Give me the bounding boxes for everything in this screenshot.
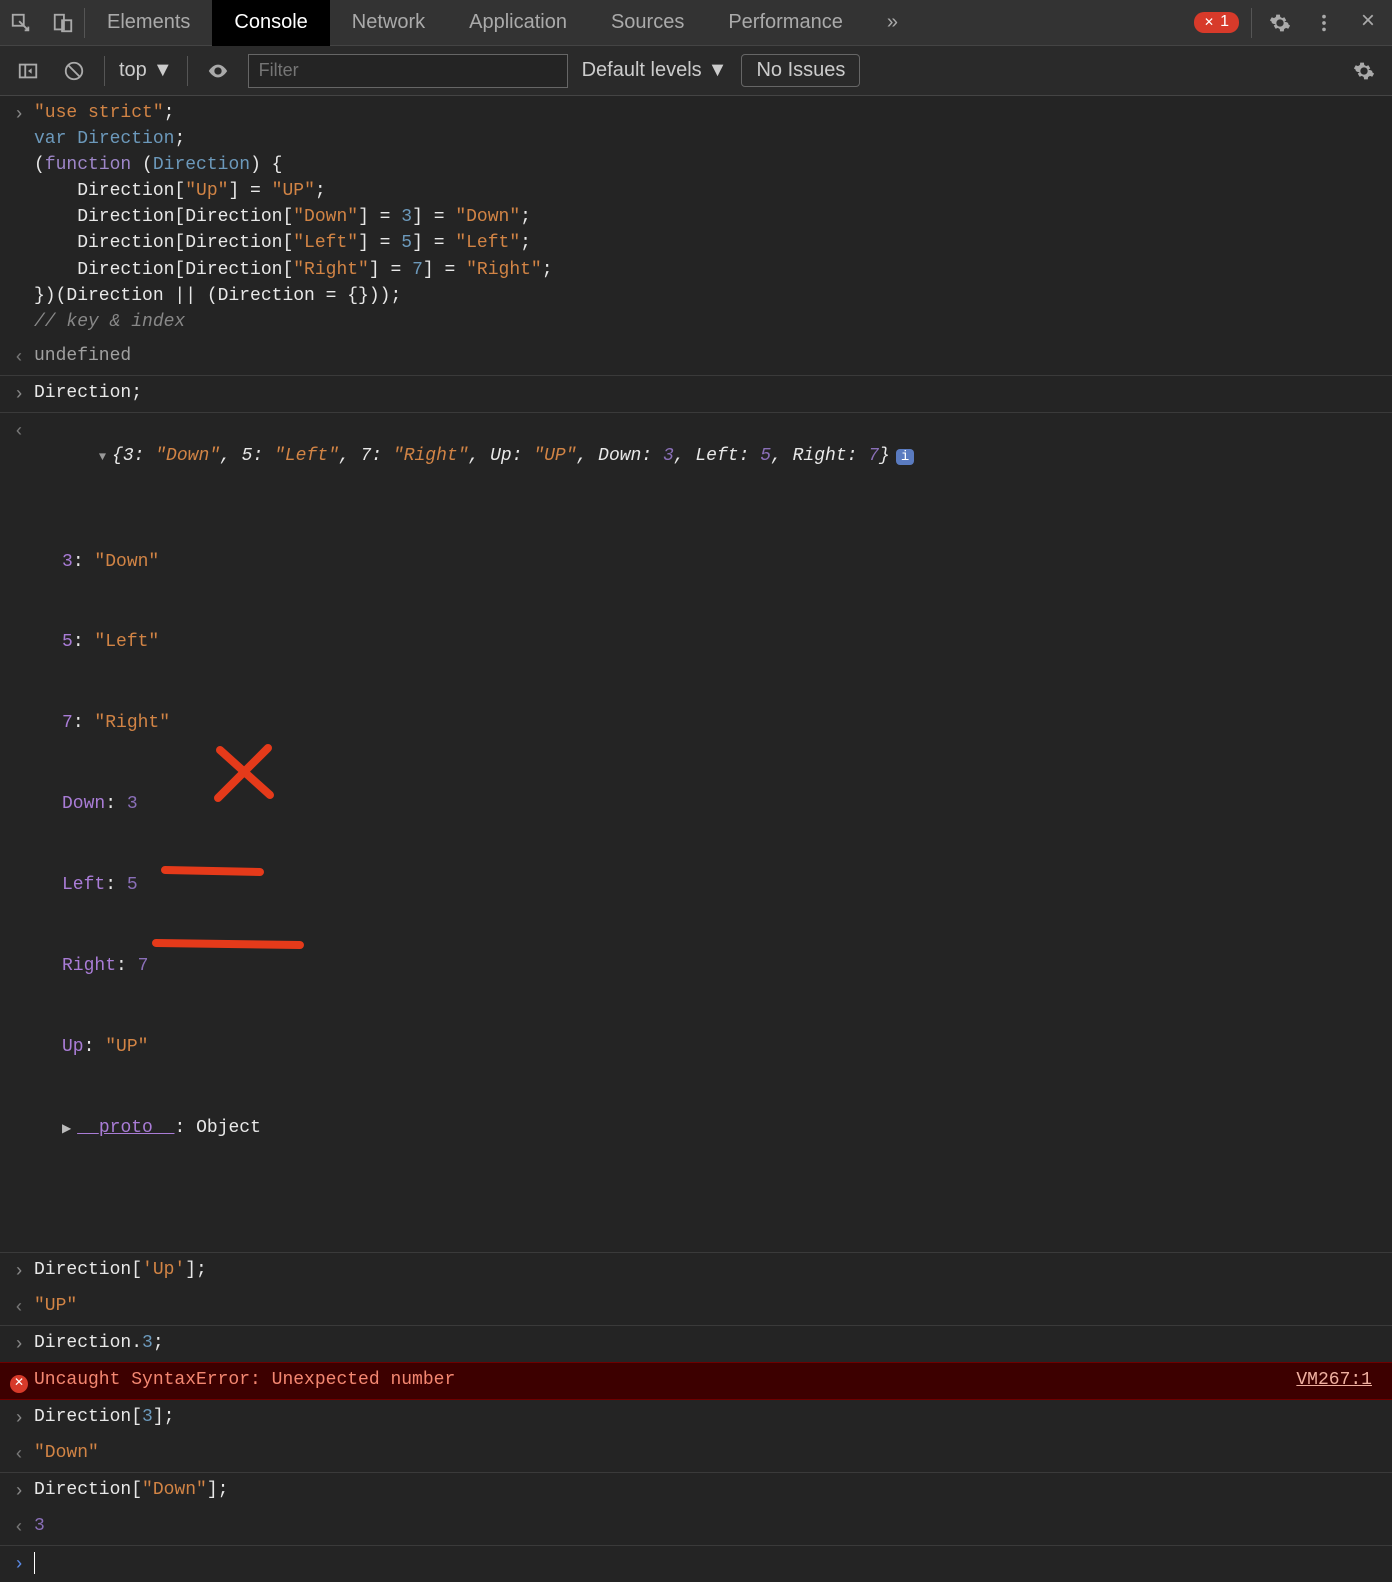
tab-performance[interactable]: Performance (706, 0, 865, 46)
code-line: Direction['Up']; (34, 1257, 1384, 1283)
input-marker: › (4, 1404, 34, 1432)
close-icon[interactable]: × (1352, 7, 1384, 39)
filter-input[interactable] (248, 54, 568, 88)
console-output-row: ‹ 3 (0, 1509, 1392, 1546)
tab-application[interactable]: Application (447, 0, 589, 46)
separator (1251, 8, 1252, 38)
gear-icon[interactable] (1264, 7, 1296, 39)
object-preview[interactable]: {3: "Down", 5: "Left", 7: "Right", Up: "… (34, 417, 1384, 1248)
output-marker: ‹ (4, 1513, 34, 1541)
separator (187, 56, 188, 86)
console-input-row[interactable]: › Direction['Up']; (0, 1253, 1392, 1289)
console-toolbar: top ▼ Default levels ▼ No Issues (0, 46, 1392, 96)
clear-console-icon[interactable] (58, 55, 90, 87)
levels-label: Default levels (582, 59, 702, 82)
console-prompt-row[interactable]: › (0, 1546, 1392, 1582)
input-marker: › (4, 100, 34, 128)
return-value: "UP" (34, 1293, 1384, 1319)
input-marker: › (4, 1550, 34, 1578)
input-marker: › (4, 1257, 34, 1285)
console-input-row[interactable]: › "use strict"; var Direction; (function… (0, 96, 1392, 339)
context-label: top (119, 59, 147, 82)
output-marker: ‹ (4, 417, 34, 445)
tab-console[interactable]: Console (212, 0, 329, 46)
return-value: 3 (34, 1513, 1384, 1539)
info-icon[interactable]: i (896, 449, 914, 465)
code-line: "use strict"; var Direction; (function (… (34, 100, 1384, 335)
gear-icon[interactable] (1348, 55, 1380, 87)
error-message: Uncaught SyntaxError: Unexpected number (34, 1367, 1296, 1393)
console-input-row[interactable]: › Direction["Down"]; (0, 1473, 1392, 1509)
error-icon: ✕ (4, 1367, 34, 1395)
eye-icon[interactable] (202, 55, 234, 87)
code-line: Direction["Down"]; (34, 1477, 1384, 1503)
kebab-menu-icon[interactable] (1308, 7, 1340, 39)
tab-network[interactable]: Network (330, 0, 447, 46)
error-count-badge[interactable]: 1 (1194, 12, 1239, 33)
input-marker: › (4, 1477, 34, 1505)
output-marker: ‹ (4, 343, 34, 371)
code-line: Direction; (34, 380, 1384, 406)
console-input-row[interactable]: › Direction[3]; (0, 1400, 1392, 1436)
console-output-row: ‹ undefined (0, 339, 1392, 376)
input-marker: › (4, 1330, 34, 1358)
console-output-row: ‹ "Down" (0, 1436, 1392, 1473)
issues-button[interactable]: No Issues (741, 54, 860, 87)
console-output: › "use strict"; var Direction; (function… (0, 96, 1392, 1582)
code-line: Direction.3; (34, 1330, 1384, 1356)
return-value: "Down" (34, 1440, 1384, 1466)
expand-toggle-icon[interactable] (99, 443, 112, 469)
tab-more[interactable]: » (865, 0, 920, 46)
console-error-row[interactable]: ✕ Uncaught SyntaxError: Unexpected numbe… (0, 1362, 1392, 1400)
chevron-down-icon: ▼ (153, 59, 173, 82)
output-marker: ‹ (4, 1440, 34, 1468)
object-expanded: 3: "Down" 5: "Left" 7: "Right" Down: 3 L… (34, 495, 1384, 1195)
context-selector[interactable]: top ▼ (119, 59, 173, 82)
error-source-link[interactable]: VM267:1 (1296, 1367, 1384, 1393)
console-input-row[interactable]: › Direction.3; (0, 1326, 1392, 1362)
toggle-sidebar-icon[interactable] (12, 55, 44, 87)
output-marker: ‹ (4, 1293, 34, 1321)
console-input-row[interactable]: › Direction; (0, 376, 1392, 413)
console-output-row: ‹ "UP" (0, 1289, 1392, 1326)
toggle-device-icon[interactable] (42, 0, 84, 46)
tab-elements[interactable]: Elements (85, 0, 212, 46)
devtools-tabs: Elements Console Network Application Sou… (85, 0, 920, 46)
expand-toggle-icon[interactable] (62, 1114, 77, 1143)
inspect-element-icon[interactable] (0, 0, 42, 46)
prompt-input[interactable] (34, 1550, 1384, 1576)
return-value: undefined (34, 343, 1384, 369)
console-output-row: ‹ {3: "Down", 5: "Left", 7: "Right", Up:… (0, 413, 1392, 1253)
devtools-top-toolbar: Elements Console Network Application Sou… (0, 0, 1392, 46)
input-marker: › (4, 380, 34, 408)
code-line: Direction[3]; (34, 1404, 1384, 1430)
chevron-down-icon: ▼ (708, 59, 728, 82)
tab-sources[interactable]: Sources (589, 0, 706, 46)
separator (104, 56, 105, 86)
log-levels-selector[interactable]: Default levels ▼ (582, 59, 728, 82)
